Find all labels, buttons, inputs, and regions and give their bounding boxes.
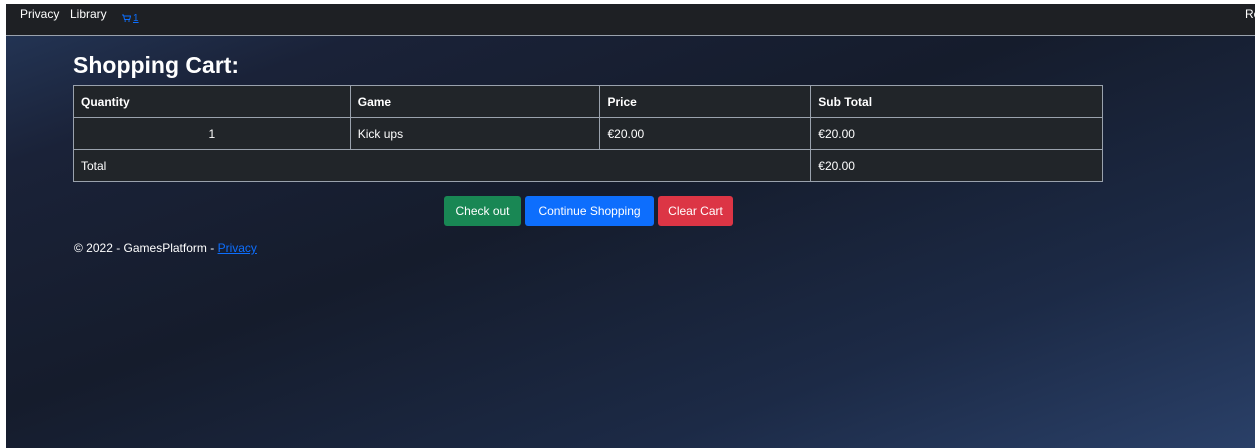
nav-link-library[interactable]: Library — [70, 7, 107, 21]
footer-text: © 2022 - GamesPlatform - — [74, 241, 218, 255]
table-row: 1 Kick ups €20.00 €20.00 — [73, 117, 1103, 150]
clear-cart-button[interactable]: Clear Cart — [658, 196, 733, 226]
top-navbar: Privacy Library 1 Re — [6, 4, 1255, 36]
column-header-price: Price — [599, 85, 812, 118]
cart-table: Quantity Game Price Sub Total 1 Kick ups… — [72, 85, 1103, 182]
nav-right-link[interactable]: Re — [1245, 7, 1255, 21]
column-header-game: Game — [349, 85, 601, 118]
continue-shopping-button[interactable]: Continue Shopping — [525, 196, 654, 226]
column-header-quantity: Quantity — [73, 85, 351, 118]
cart-link[interactable]: 1 — [122, 13, 139, 24]
page: Privacy Library 1 Re Shopping Cart: Quan… — [6, 4, 1255, 448]
cell-quantity: 1 — [73, 117, 351, 150]
total-row: Total €20.00 — [72, 149, 1103, 182]
table-header-row: Quantity Game Price Sub Total — [73, 85, 1103, 118]
cart-count: 1 — [133, 13, 139, 24]
cell-subtotal: €20.00 — [810, 117, 1103, 150]
column-header-subtotal: Sub Total — [810, 85, 1103, 118]
page-title: Shopping Cart: — [73, 52, 240, 78]
nav-link-privacy[interactable]: Privacy — [20, 7, 59, 21]
cell-price: €20.00 — [599, 117, 812, 150]
cell-game: Kick ups — [349, 117, 601, 150]
footer: © 2022 - GamesPlatform - Privacy — [74, 241, 257, 255]
total-label: Total — [72, 149, 812, 182]
total-value: €20.00 — [810, 149, 1103, 182]
footer-privacy-link[interactable]: Privacy — [218, 241, 257, 255]
shopping-cart-icon — [122, 14, 131, 22]
checkout-button[interactable]: Check out — [444, 196, 521, 226]
